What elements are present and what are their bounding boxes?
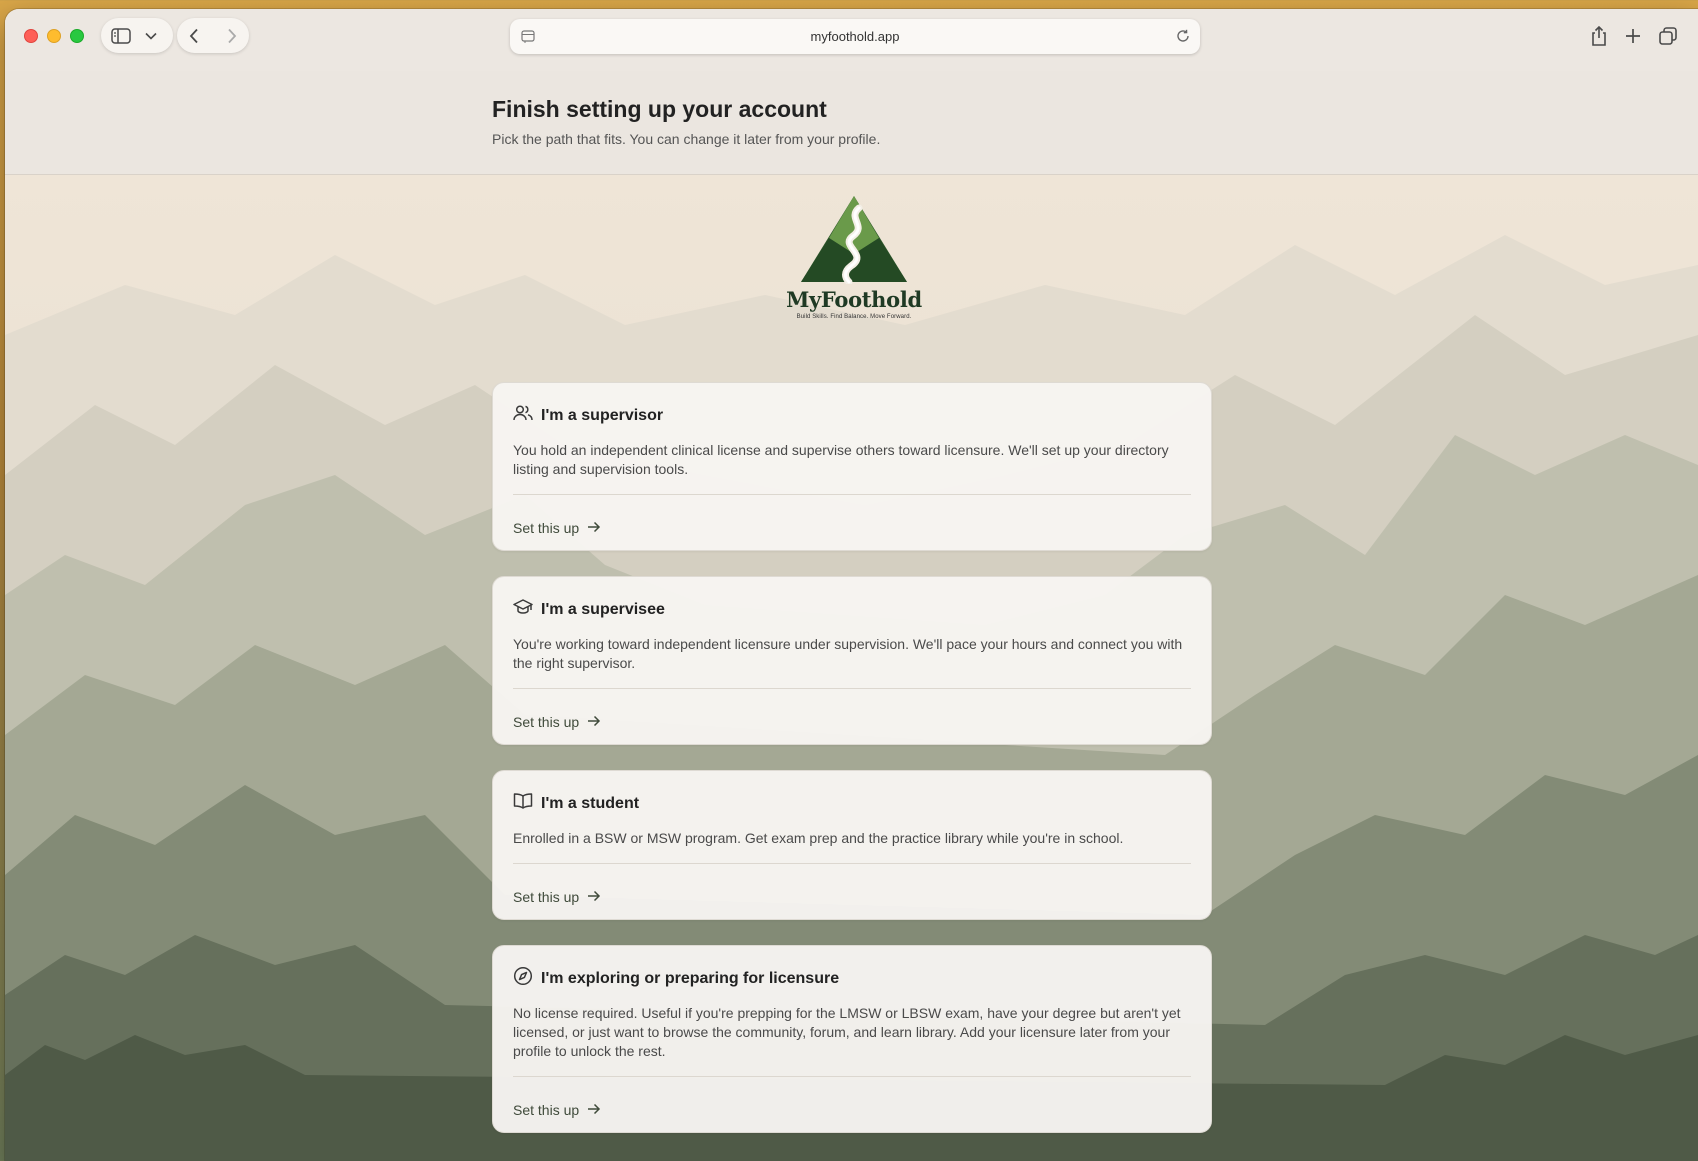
chevron-down-icon[interactable] [145, 32, 157, 40]
graduation-cap-icon [513, 597, 533, 622]
sidebar-icon[interactable] [111, 27, 131, 44]
right-toolbar [1590, 26, 1678, 46]
arrow-right-icon [587, 889, 601, 905]
minimize-window-button[interactable] [47, 29, 61, 43]
navigation-group [177, 18, 249, 53]
role-card-student[interactable]: I'm a student Enrolled in a BSW or MSW p… [492, 770, 1212, 920]
card-title: I'm exploring or preparing for licensure [541, 969, 840, 987]
address-bar[interactable]: myfoothold.app [510, 19, 1200, 54]
sidebar-toggle-group [101, 18, 173, 53]
browser-window: myfoothold.app Finish setting up your ac… [5, 9, 1698, 1161]
close-window-button[interactable] [24, 29, 38, 43]
card-header: I'm exploring or preparing for licensure [513, 966, 839, 991]
new-tab-icon[interactable] [1624, 26, 1642, 46]
card-divider [513, 863, 1191, 864]
compass-icon [513, 966, 533, 991]
page-title: Finish setting up your account [492, 96, 827, 122]
arrow-right-icon [587, 714, 601, 730]
set-up-supervisor-link[interactable]: Set this up [513, 520, 601, 536]
card-description: You're working toward independent licens… [513, 636, 1183, 671]
tab-overview-icon[interactable] [1658, 26, 1678, 46]
role-card-supervisee[interactable]: I'm a supervisee You're working toward i… [492, 576, 1212, 745]
mountain-logo-icon [801, 196, 907, 286]
card-title: I'm a supervisee [541, 600, 665, 618]
card-description: No license required. Useful if you're pr… [513, 1005, 1181, 1059]
zoom-window-button[interactable] [70, 29, 84, 43]
role-card-exploring[interactable]: I'm exploring or preparing for licensure… [492, 945, 1212, 1133]
set-up-exploring-link[interactable]: Set this up [513, 1102, 601, 1118]
cta-label: Set this up [513, 520, 580, 536]
brand-logo: MyFoothold Build Skills. Find Balance. M… [784, 194, 924, 320]
card-header: I'm a student [513, 791, 639, 816]
cta-label: Set this up [513, 714, 580, 730]
reload-icon[interactable] [1176, 29, 1190, 48]
page-header: Finish setting up your account Pick the … [5, 71, 1698, 175]
logo-wordmark: MyFoothold [786, 287, 922, 312]
browser-toolbar: myfoothold.app [5, 9, 1698, 71]
set-up-student-link[interactable]: Set this up [513, 889, 601, 905]
arrow-right-icon [587, 1102, 601, 1118]
page-subtitle: Pick the path that fits. You can change … [492, 131, 881, 147]
users-icon [513, 403, 533, 428]
card-divider [513, 1076, 1191, 1077]
card-header: I'm a supervisee [513, 597, 665, 622]
card-description: Enrolled in a BSW or MSW program. Get ex… [513, 830, 1124, 846]
card-title: I'm a supervisor [541, 406, 664, 424]
arrow-right-icon [587, 520, 601, 536]
set-up-supervisee-link[interactable]: Set this up [513, 714, 601, 730]
logo-tagline: Build Skills. Find Balance. Move Forward… [796, 314, 912, 320]
role-card-supervisor[interactable]: I'm a supervisor You hold an independent… [492, 382, 1212, 551]
cta-label: Set this up [513, 889, 580, 905]
back-icon[interactable] [189, 28, 199, 44]
card-divider [513, 494, 1191, 495]
url-text: myfoothold.app [810, 29, 900, 44]
forward-icon[interactable] [227, 28, 237, 44]
window-controls [24, 29, 84, 43]
cta-label: Set this up [513, 1102, 580, 1118]
card-header: I'm a supervisor [513, 403, 663, 428]
card-title: I'm a student [541, 794, 640, 812]
open-book-icon [513, 791, 533, 816]
card-divider [513, 688, 1191, 689]
share-icon[interactable] [1590, 26, 1608, 46]
card-description: You hold an independent clinical license… [513, 442, 1169, 477]
